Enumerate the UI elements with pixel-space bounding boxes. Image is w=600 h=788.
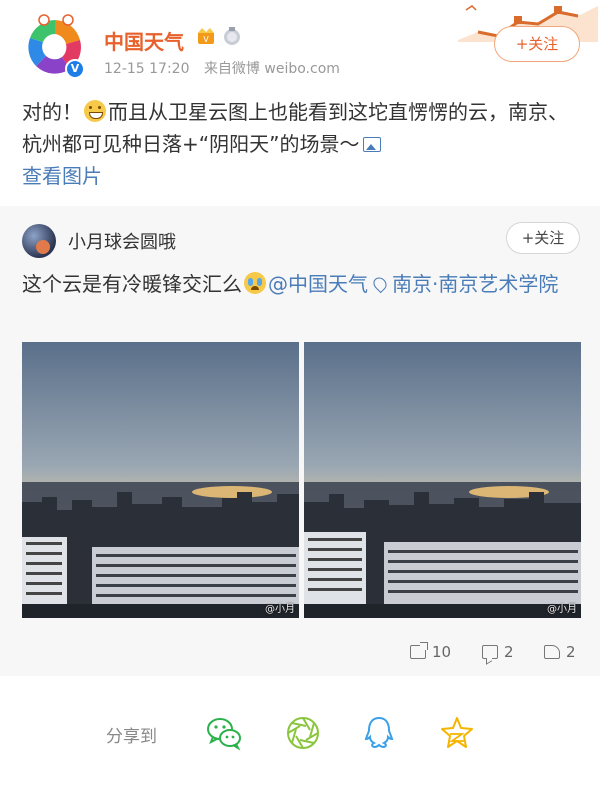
photo-watermark: @小月 xyxy=(547,604,577,615)
location-icon xyxy=(370,274,390,294)
crying-emoji-icon xyxy=(244,272,266,294)
post-meta: 12-15 17:20 来自微博 weibo.com xyxy=(104,58,350,78)
comment-count: 2 xyxy=(504,643,514,661)
repost-text: 这个云是有冷暖锋交汇么 @中国天气 南京·南京艺术学院 xyxy=(22,268,582,300)
share-count-button[interactable]: 10 xyxy=(410,640,451,664)
repost-stats: 10 2 2 xyxy=(0,640,600,664)
like-count: 2 xyxy=(566,643,576,661)
repost-follow-button[interactable]: +关注 xyxy=(506,222,580,254)
repost-author-avatar[interactable] xyxy=(22,224,56,258)
view-images-link[interactable]: 查看图片 xyxy=(22,164,102,188)
thumbs-up-icon xyxy=(544,645,560,659)
qzone-star-icon[interactable] xyxy=(438,714,476,752)
follow-button[interactable]: +关注 xyxy=(494,26,580,62)
svg-text:V: V xyxy=(203,35,209,44)
medal-icon xyxy=(224,27,240,45)
repost-icon xyxy=(410,642,428,659)
like-count-button[interactable]: 2 xyxy=(544,640,576,664)
repost-text-body: 这个云是有冷暖锋交汇么 xyxy=(22,272,242,296)
share-label: 分享到 xyxy=(106,727,157,747)
share-count: 10 xyxy=(432,643,452,661)
photo-1[interactable]: @小月 xyxy=(22,342,299,618)
repost-author-name[interactable]: 小月球会圆哦 xyxy=(68,228,176,254)
verified-badge-icon: V xyxy=(65,59,85,79)
post-time: 12-15 17:20 xyxy=(104,61,190,77)
qq-icon[interactable] xyxy=(360,714,398,752)
photo-2[interactable]: @小月 xyxy=(304,342,581,618)
post-text-part1: 对的！ xyxy=(22,100,82,124)
grin-emoji-icon xyxy=(84,100,106,122)
author-name[interactable]: 中国天气 xyxy=(104,26,184,55)
post-header: V 中国天气 V 12-15 17:20 来自微博 weibo.com +关注 xyxy=(0,0,600,88)
reposted-weibo[interactable]: 小月球会圆哦 +关注 这个云是有冷暖锋交汇么 @中国天气 南京·南京艺术学院 @… xyxy=(0,206,600,676)
vip-crown-icon: V xyxy=(198,28,214,44)
post-source[interactable]: 来自微博 weibo.com xyxy=(204,61,340,77)
location-link[interactable]: 南京·南京艺术学院 xyxy=(392,272,558,296)
comment-count-button[interactable]: 2 xyxy=(482,640,514,664)
wechat-icon[interactable] xyxy=(205,714,243,752)
mention-link[interactable]: @中国天气 xyxy=(268,272,368,296)
comment-icon xyxy=(482,645,498,659)
share-bar: 分享到 xyxy=(0,700,600,770)
image-icon[interactable] xyxy=(363,137,382,152)
post-text: 对的！ 而且从卫星云图上也能看到这坨直愣愣的云，南京、杭州都可见种日落+“阴阳天”… xyxy=(22,96,582,192)
photo-watermark: @小月 xyxy=(265,604,295,615)
moments-icon[interactable] xyxy=(284,714,322,752)
